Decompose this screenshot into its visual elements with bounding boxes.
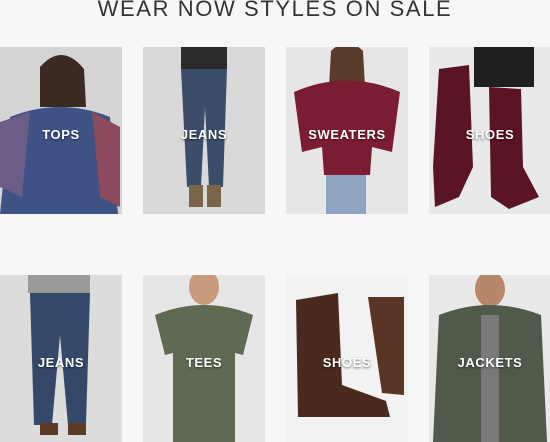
category-tile-shoes-men[interactable]: SHOES: [286, 275, 408, 442]
category-tile-tops[interactable]: TOPS: [0, 47, 122, 214]
category-tile-jeans-men[interactable]: JEANS: [0, 275, 122, 442]
category-tile-sweaters[interactable]: SWEATERS: [286, 47, 408, 214]
category-tile-jackets[interactable]: JACKETS: [429, 275, 550, 442]
category-tile-tees[interactable]: TEES: [143, 275, 265, 442]
tile-label: JEANS: [180, 127, 228, 142]
category-tile-jeans[interactable]: JEANS: [143, 47, 265, 214]
tile-label: TOPS: [42, 127, 80, 142]
tile-label: TEES: [185, 355, 223, 370]
tile-label: JACKETS: [457, 355, 523, 370]
tile-label: SWEATERS: [308, 127, 386, 142]
page-title: WEAR NOW STYLES ON SALE: [97, 0, 453, 21]
tile-label: JEANS: [37, 355, 85, 370]
tile-label: SHOES: [322, 355, 372, 370]
tile-label: SHOES: [465, 127, 515, 142]
category-tile-shoes[interactable]: SHOES: [429, 47, 550, 214]
